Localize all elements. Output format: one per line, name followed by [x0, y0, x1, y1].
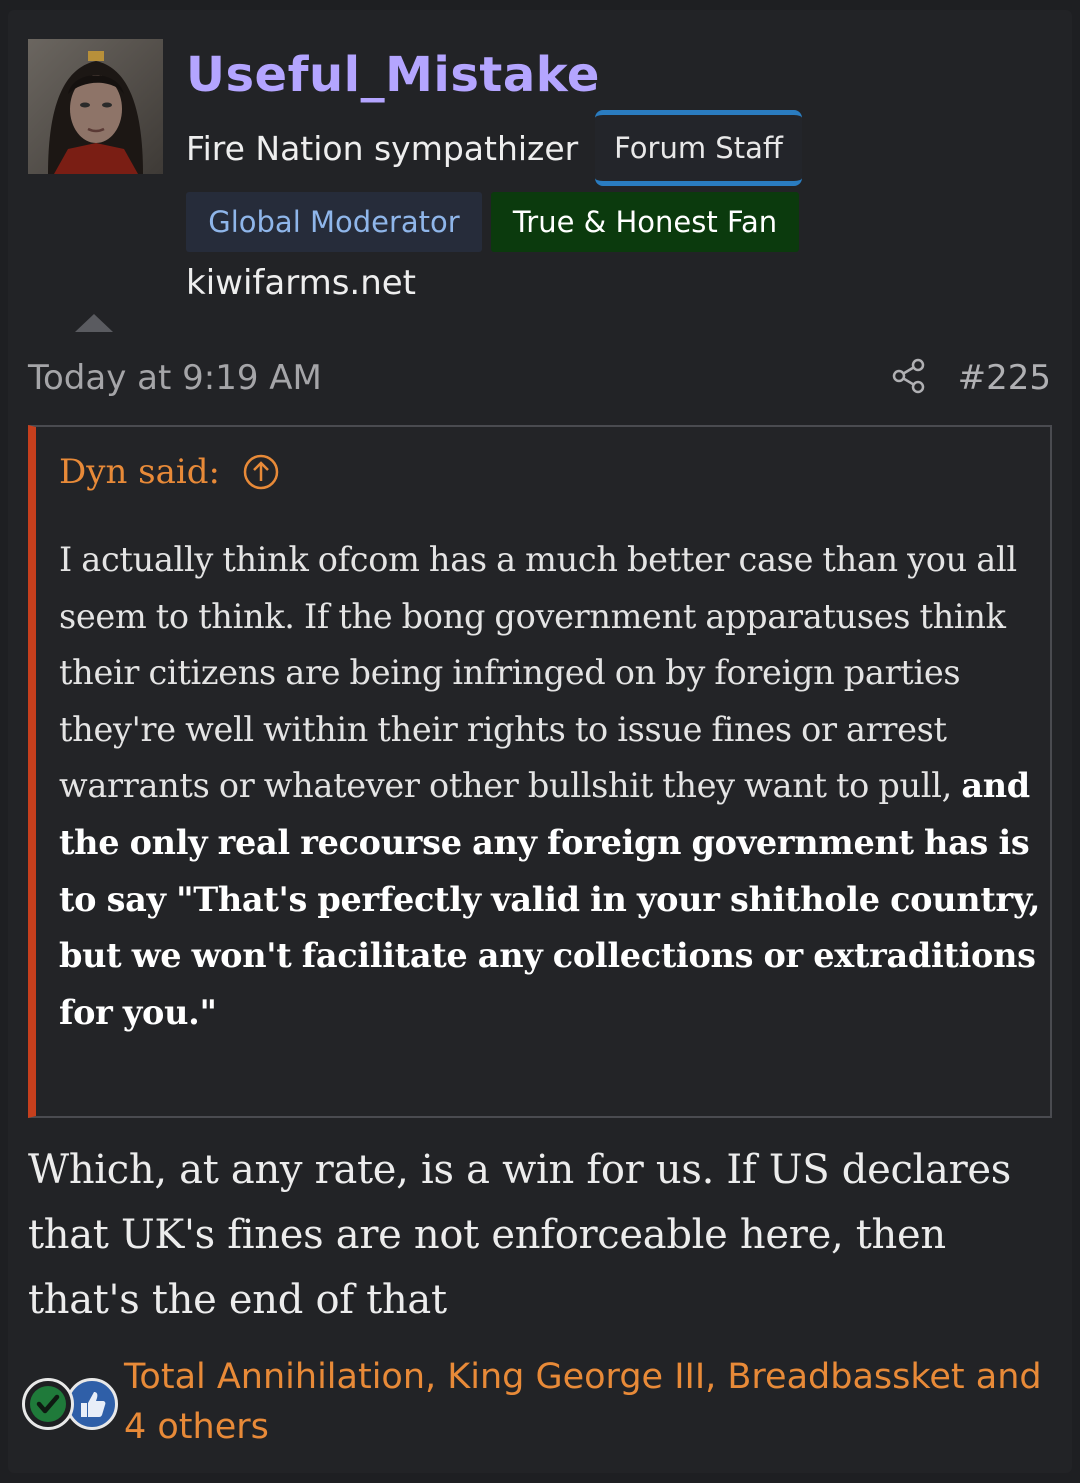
user-site: kiwifarms.net	[186, 263, 417, 303]
forum-staff-banner: Forum Staff	[595, 110, 802, 186]
quote-block: Dyn said: I actually think ofcom has a m…	[28, 425, 1052, 1118]
user-title: Fire Nation sympathizer	[186, 129, 579, 168]
quote-author[interactable]: Dyn said:	[59, 447, 220, 497]
arrow-up-circle-icon[interactable]	[242, 453, 280, 491]
reaction-icons[interactable]	[22, 1376, 122, 1432]
true-honest-fan-banner: True & Honest Fan	[491, 192, 799, 252]
quote-header: Dyn said:	[59, 447, 280, 497]
checkmark-reaction-icon[interactable]	[22, 1378, 74, 1430]
avatar[interactable]	[28, 39, 163, 174]
share-icon[interactable]	[889, 356, 929, 396]
post-number-link[interactable]: #225	[958, 352, 1051, 404]
post-body: Which, at any rate, is a win for us. If …	[28, 1147, 1012, 1323]
avatar-portrait	[28, 39, 163, 174]
global-moderator-banner: Global Moderator	[186, 192, 482, 252]
post-timestamp[interactable]: Today at 9:19 AM	[28, 352, 322, 404]
username[interactable]: Useful_Mistake	[186, 44, 600, 106]
quote-text-plain: I actually think ofcom has a much better…	[59, 540, 1017, 806]
quote-text: I actually think ofcom has a much better…	[59, 532, 1049, 1041]
reactions-list-link[interactable]: Total Annihilation, King George III, Bre…	[124, 1352, 1044, 1452]
caret-up-icon	[75, 314, 113, 332]
quote-text-bold: and the only real recourse any foreign g…	[59, 766, 1041, 1032]
